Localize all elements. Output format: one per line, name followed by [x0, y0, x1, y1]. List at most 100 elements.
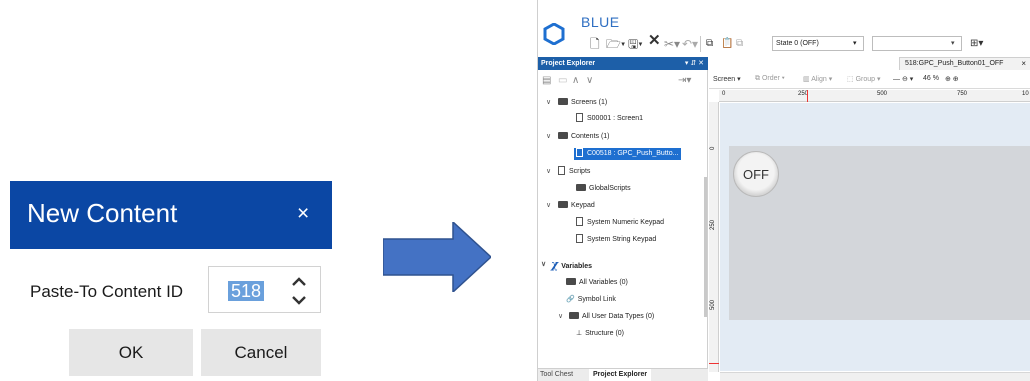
keypad-icon [576, 217, 583, 226]
layer-select[interactable]: ▾ [872, 36, 962, 51]
move-up-icon[interactable]: ∧ [572, 75, 579, 86]
tree-label: All Variables (0) [579, 279, 628, 286]
screen-menu-label: Screen [713, 76, 736, 83]
panel-tabs: Tool Chest Project Explorer [538, 368, 708, 381]
app-logo-icon [543, 23, 565, 45]
horizontal-ruler: 0 250 500 750 10 [719, 90, 1030, 102]
app-window: BLUE 🗋 🗁▾ 🖫▾ ✕ ✂▾ ↶▾ ⧉ 📋 ⧉ State 0 (OFF)… [537, 0, 1030, 381]
state-select[interactable]: State 0 (OFF) ▾ [772, 36, 864, 51]
layout-icon[interactable]: ⊞▾ [970, 37, 983, 51]
dialog-title: New Content [27, 198, 178, 228]
project-explorer-header: Project Explorer ▾ ⇵ ✕ [538, 57, 708, 70]
new-file-icon[interactable]: 🗋 [590, 37, 600, 51]
main-toolbar: 🗋 🗁▾ 🖫▾ ✕ ✂▾ ↶▾ ⧉ 📋 ⧉ State 0 (OFF) ▾ ▾ … [576, 33, 1030, 54]
cancel-button[interactable]: Cancel [201, 329, 321, 376]
chevron-down-icon: ▾ [853, 40, 857, 47]
tree-node-scripts[interactable]: ∨ Scripts [546, 166, 590, 178]
ruler-label: 500 [710, 299, 716, 310]
ruler-label: 0 [710, 146, 716, 150]
content-id-spinbox[interactable]: 518 [208, 266, 321, 313]
tree-scrollbar[interactable] [704, 177, 707, 317]
folder-icon [558, 201, 568, 208]
ruler-label: 10 [1022, 91, 1029, 97]
structure-icon: ⊥ [576, 330, 583, 337]
project-explorer-toolbar: ▤ ▭ ∧ ∨ ⇥▾ [538, 73, 708, 89]
ok-button[interactable]: OK [69, 329, 193, 376]
folder-icon[interactable]: ▭ [558, 75, 567, 86]
script-stack-icon [576, 184, 586, 191]
screen-menu[interactable]: Screen ▾ [713, 75, 741, 83]
order-menu-label: Order [761, 75, 780, 82]
tree-label: Structure (0) [585, 330, 625, 337]
cut-icon[interactable]: ✂▾ [664, 37, 680, 51]
variables-icon: χ [551, 258, 559, 271]
tree-node-globalscripts[interactable]: GlobalScripts [576, 183, 631, 195]
tree-label: Contents (1) [571, 133, 610, 140]
horizontal-scrollbar[interactable] [720, 372, 1030, 381]
tree-node-all-variables[interactable]: All Variables (0) [566, 277, 628, 289]
tree-node-screen1[interactable]: S00001 : Screen1 [576, 113, 643, 125]
save-icon[interactable]: 🖫▾ [628, 37, 643, 51]
document-tab[interactable]: 518:GPC_Push_Button01_OFF × [899, 57, 1030, 70]
tab-tool-chest[interactable]: Tool Chest [540, 371, 573, 378]
tree-node-numeric-keypad[interactable]: System Numeric Keypad [576, 217, 664, 229]
ruler-marker [709, 363, 719, 364]
align-menu[interactable]: ▥ Align ▾ [803, 75, 832, 83]
toolbar-separator [700, 36, 701, 52]
close-button[interactable]: × [297, 203, 309, 224]
project-tree: ∨ Screens (1) S00001 : Screen1 ∨ Content… [538, 97, 708, 367]
delete-icon[interactable]: ✕ [648, 33, 661, 48]
pin-icon[interactable]: ⇥▾ [678, 75, 691, 86]
folder-icon [569, 312, 579, 319]
right-arrow-icon [383, 222, 491, 292]
tree-label: System Numeric Keypad [587, 219, 665, 226]
folder-icon [566, 278, 576, 285]
paste-icon[interactable]: 📋 [721, 37, 733, 51]
properties-icon[interactable]: ▤ [542, 75, 551, 86]
zoom-in-icon[interactable]: ⊕ ⊕ [945, 75, 959, 83]
editor-toolbar: Screen ▾ ⧉ Order ▾ ▥ Align ▾ ⬚ Group ▾ —… [709, 71, 1030, 89]
duplicate-icon[interactable]: ⧉ [736, 37, 743, 51]
ruler-label: 0 [722, 91, 726, 97]
undo-icon[interactable]: ↶▾ [682, 37, 698, 51]
tree-label: All User Data Types (0) [582, 313, 655, 320]
zoom-out-icon[interactable]: — ⊖ ▾ [893, 75, 913, 83]
group-menu[interactable]: ⬚ Group ▾ [847, 75, 881, 83]
script-icon [558, 166, 565, 175]
tree-label: C00518 : GPC_Push_Butto... [587, 150, 679, 157]
chevron-down-icon: ∨ [546, 133, 552, 140]
order-menu[interactable]: ⧉ Order ▾ [755, 75, 785, 83]
tree-label: S00001 : Screen1 [587, 115, 644, 122]
tree-label: Scripts [569, 168, 591, 175]
keypad-icon [576, 234, 583, 243]
vertical-ruler: 0 250 500 [709, 102, 719, 372]
chevron-down-icon[interactable] [287, 291, 311, 309]
tree-node-string-keypad[interactable]: System String Keypad [576, 234, 656, 246]
tree-node-c00518[interactable]: C00518 : GPC_Push_Butto... [574, 148, 682, 160]
tree-node-variables[interactable]: ∨ χ Variables [541, 259, 592, 271]
push-button-off[interactable]: OFF [733, 151, 779, 197]
close-icon[interactable]: × [1021, 58, 1026, 70]
screenshot: New Content × Paste-To Content ID 518 OK… [0, 0, 1030, 381]
chevron-down-icon: ∨ [541, 261, 547, 268]
move-down-icon[interactable]: ∨ [586, 75, 593, 86]
ruler-label: 250 [710, 219, 716, 230]
tree-label: Variables [561, 263, 592, 270]
content-id-value[interactable]: 518 [228, 281, 265, 301]
tree-node-keypad[interactable]: ∨ Keypad [546, 200, 595, 212]
tree-node-user-data-types[interactable]: ∨ All User Data Types (0) [558, 311, 654, 323]
zoom-level: 46 % [923, 75, 939, 82]
chevron-up-icon[interactable] [287, 273, 311, 291]
copy-icon[interactable]: ⧉ [706, 37, 713, 51]
tab-project-explorer[interactable]: Project Explorer [589, 369, 652, 381]
panel-controls[interactable]: ▾ ⇵ ✕ [685, 57, 704, 70]
tree-node-symbol-link[interactable]: 🔗 Symbol Link [566, 294, 616, 306]
open-folder-icon[interactable]: 🗁▾ [606, 37, 625, 51]
folder-icon [558, 98, 568, 105]
tree-node-screens[interactable]: ∨ Screens (1) [546, 97, 607, 109]
tree-node-structure[interactable]: ⊥ Structure (0) [576, 328, 624, 340]
tree-node-contents[interactable]: ∨ Contents (1) [546, 131, 610, 143]
ruler-label: 500 [877, 91, 888, 97]
document-tab-label: 518:GPC_Push_Button01_OFF [905, 60, 1004, 67]
project-explorer-title: Project Explorer [541, 60, 596, 67]
